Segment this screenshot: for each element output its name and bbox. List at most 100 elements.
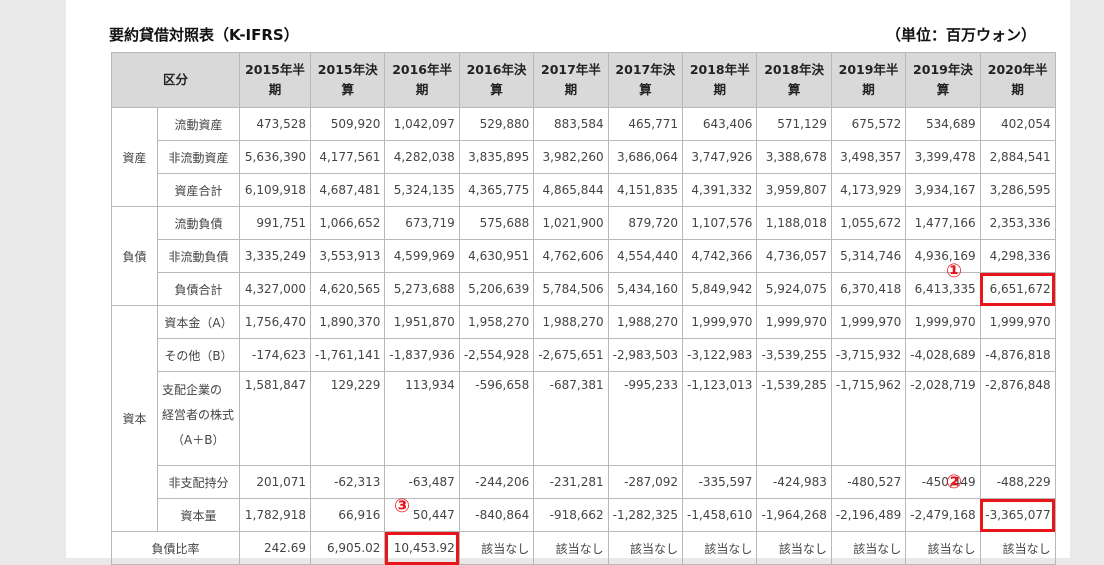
- value-cell: 4,391,332: [682, 173, 758, 207]
- value-cell: 3,959,807: [756, 173, 832, 207]
- value-cell: -2,983,503: [607, 338, 684, 372]
- row-label: 資本量: [157, 498, 240, 532]
- table-row: 負債 流動負債 991,751 1,066,652 673,719 575,688 1,02…: [111, 206, 1056, 306]
- table-row: 負債合計 4,327,000 4,620,565 5,273,688 5,206,639…: [112, 272, 1056, 306]
- value-cell: -687,381: [533, 371, 609, 466]
- value-cell: 1,107,576: [682, 206, 758, 240]
- value-cell: 509,920: [309, 107, 386, 141]
- value-cell: -2,479,168: [905, 498, 981, 532]
- period-header: 2017年決算: [607, 52, 684, 108]
- value-cell: -4,876,818: [979, 338, 1056, 372]
- value-cell: 4,554,440: [607, 239, 684, 273]
- value-cell: -596,658: [458, 371, 535, 466]
- value-cell: 4,736,057: [756, 239, 832, 273]
- value-cell: 991,751: [239, 206, 311, 240]
- value-cell: -2,675,651: [533, 338, 609, 372]
- value-cell: 1,042,097: [384, 107, 460, 141]
- value-cell: 2,353,336: [979, 206, 1056, 240]
- value-cell: 1,999,970: [979, 305, 1056, 339]
- value-cell: 575,688: [458, 206, 535, 240]
- value-cell: 643,406: [682, 107, 758, 141]
- value-cell: 675,572: [830, 107, 907, 141]
- value-cell: 1,066,652: [309, 206, 386, 240]
- value-cell: 1,055,672: [830, 206, 907, 240]
- value-cell: -1,539,285: [756, 371, 832, 466]
- value-cell: 4,865,844: [533, 173, 609, 207]
- value-cell: 883,584: [533, 107, 609, 141]
- value-cell: 1,999,970: [682, 305, 758, 339]
- row-label: 負債比率: [111, 531, 240, 565]
- highlighted-value-cell: -3,365,077: [979, 498, 1056, 532]
- row-label: 資産合計: [157, 173, 240, 207]
- row-label: 流動負債: [157, 206, 240, 240]
- value-cell: 4,365,775: [458, 173, 535, 207]
- highlighted-value-cell: 10,453.92: [384, 531, 460, 565]
- value-cell: 1,782,918: [239, 498, 311, 532]
- table-row: 資産 流動資産 473,528 509,920 1,042,097 529,880 883,…: [111, 107, 1056, 207]
- value-cell: 1,581,847: [239, 371, 311, 466]
- row-label: 流動資産: [157, 107, 240, 141]
- value-cell: 5,206,639: [458, 272, 535, 306]
- period-header: 2019年決算: [905, 52, 981, 108]
- value-cell: 4,630,951: [458, 239, 535, 273]
- value-cell: -1,715,962: [830, 371, 907, 466]
- value-cell: -2,028,719: [905, 371, 981, 466]
- group-label: 負債: [111, 206, 158, 306]
- value-cell: 529,880: [458, 107, 535, 141]
- value-cell: 6,413,335: [905, 272, 981, 306]
- value-cell: -1,282,325: [607, 498, 684, 532]
- value-cell: 5,434,160: [607, 272, 684, 306]
- row-label: その他（B）: [157, 338, 240, 372]
- value-cell: -2,876,848: [979, 371, 1056, 466]
- value-cell: 5,273,688: [384, 272, 460, 306]
- value-cell: -1,123,013: [682, 371, 758, 466]
- period-header: 2020年半期: [979, 52, 1056, 108]
- row-label: 負債合計: [157, 272, 240, 306]
- value-cell: -1,761,141: [309, 338, 386, 372]
- value-cell: 129,229: [309, 371, 386, 466]
- value-cell: 879,720: [607, 206, 684, 240]
- table-row: 非流動資産 5,636,390 4,177,561 4,282,038 3,835,89…: [112, 140, 1056, 174]
- value-cell: 該当なし: [607, 531, 684, 565]
- document-page: 要約貸借対照表（K-IFRS） （単位：百万ウォン） 区分 2015年半期 20…: [66, 0, 1070, 565]
- value-cell: 402,054: [979, 107, 1056, 141]
- table-row: 負債比率 242.69 6,905.02 10,453.92 該当なし 該当なし 該当なし該…: [111, 531, 1056, 565]
- value-cell: 1,756,470: [239, 305, 311, 339]
- value-cell: 5,849,942: [682, 272, 758, 306]
- value-cell: 473,528: [239, 107, 311, 141]
- value-cell: 5,784,506: [533, 272, 609, 306]
- value-cell: 242.69: [239, 531, 311, 565]
- value-cell: -174,623: [239, 338, 311, 372]
- value-cell: 113,934: [384, 371, 460, 466]
- value-cell: -995,233: [607, 371, 684, 466]
- row-label: 非流動資産: [157, 140, 240, 174]
- value-cell: 1,999,970: [830, 305, 907, 339]
- value-cell: 2,884,541: [979, 140, 1056, 174]
- table-row: その他（B） -174,623 -1,761,141 -1,837,936 -2,554…: [112, 338, 1056, 372]
- value-cell: 該当なし: [979, 531, 1056, 565]
- period-header: 2016年半期: [384, 52, 460, 108]
- table-row: 支配企業の 経営者の株式 （A＋B） 1,581,847 129,229 113,934-…: [112, 371, 1056, 466]
- value-cell: -63,487: [384, 465, 460, 499]
- value-cell: 201,071: [239, 465, 311, 499]
- value-cell: 6,370,418: [830, 272, 907, 306]
- value-cell: 該当なし: [682, 531, 758, 565]
- period-header: 2018年決算: [756, 52, 832, 108]
- value-cell: 3,286,595: [979, 173, 1056, 207]
- value-cell: 3,747,926: [682, 140, 758, 174]
- period-header: 2018年半期: [682, 52, 758, 108]
- annotation-marker-1: ①: [946, 260, 963, 282]
- value-cell: -480,527: [830, 465, 907, 499]
- value-cell: -244,206: [458, 465, 535, 499]
- value-cell: 1,999,970: [905, 305, 981, 339]
- value-cell: 1,988,270: [533, 305, 609, 339]
- value-cell: 66,916: [309, 498, 386, 532]
- value-cell: -1,458,610: [682, 498, 758, 532]
- value-cell: 3,498,357: [830, 140, 907, 174]
- value-cell: 6,905.02: [309, 531, 386, 565]
- value-cell: 4,599,969: [384, 239, 460, 273]
- value-cell: 3,335,249: [239, 239, 311, 273]
- highlighted-value-cell: 6,651,672: [979, 272, 1056, 306]
- annotation-marker-2: ②: [946, 471, 963, 493]
- value-cell: 該当なし: [458, 531, 535, 565]
